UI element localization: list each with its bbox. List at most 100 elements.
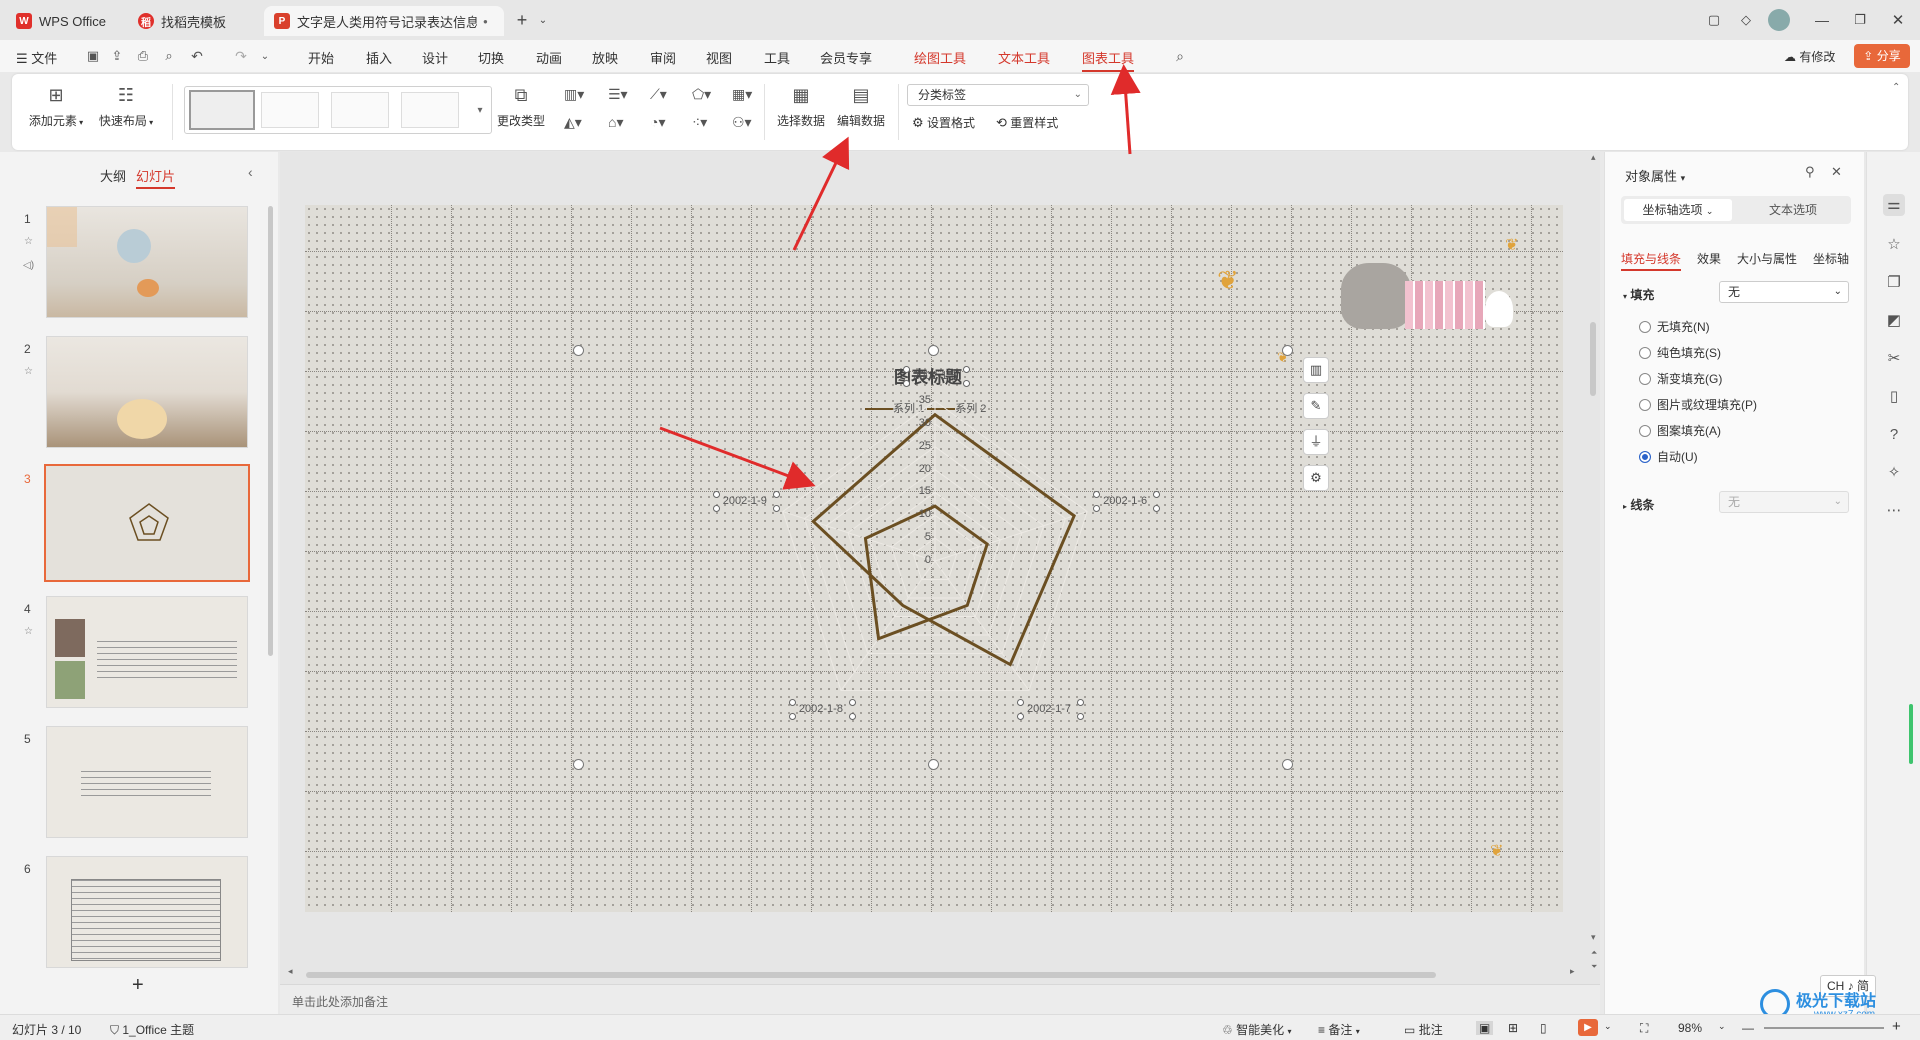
label-selection-handle[interactable]	[772, 504, 780, 512]
vertical-scrollbar[interactable]	[1590, 322, 1596, 396]
menu-file[interactable]: ☰ 文件	[16, 48, 57, 67]
radio-gradient-fill[interactable]: 渐变填充(G)	[1639, 370, 1722, 387]
notes-button[interactable]: ≡ 备注 ▾	[1318, 1021, 1360, 1038]
tools-icon[interactable]: ✂	[1883, 348, 1905, 370]
more-icon[interactable]: ⋯	[1883, 500, 1905, 522]
tab-template[interactable]: 稻 找稻壳模板	[128, 6, 258, 36]
quick-layout-button[interactable]: ☷ 快速布局 ▾	[96, 84, 156, 129]
select-data-button[interactable]: ▦ 选择数据	[774, 84, 828, 129]
label-selection-handle[interactable]	[772, 490, 780, 498]
beautify-button[interactable]: ♲ 智能美化 ▾	[1222, 1021, 1291, 1038]
slide-thumbnail-1[interactable]	[46, 206, 248, 318]
chart-filter-button[interactable]: ⏚	[1303, 429, 1329, 455]
area-chart-icon[interactable]: ◭▾	[564, 114, 582, 131]
subtab-fill-line[interactable]: 填充与线条	[1621, 250, 1682, 271]
menu-chart-tools[interactable]: 图表工具	[1082, 48, 1135, 72]
notes-area[interactable]: 单击此处添加备注	[280, 984, 1600, 1014]
scroll-right-icon[interactable]: ▸	[1570, 966, 1575, 977]
radar-category-label[interactable]: 2002-1-8	[791, 703, 851, 715]
label-selection-handle[interactable]	[963, 366, 970, 373]
normal-view-icon[interactable]: ▣	[1476, 1021, 1494, 1035]
menu-slideshow[interactable]: 放映	[592, 48, 618, 67]
pie-chart-icon[interactable]: ◔▾	[650, 114, 665, 131]
chart-style-3[interactable]	[331, 92, 389, 128]
slide-thumbnail-5[interactable]	[46, 726, 248, 838]
subtab-effects[interactable]: 效果	[1697, 250, 1721, 267]
zoom-in-icon[interactable]: +	[1892, 1018, 1901, 1035]
chart-style-1[interactable]	[189, 90, 255, 130]
tab-axis-options[interactable]: 坐标轴选项 ⌄	[1624, 199, 1732, 221]
label-selection-handle[interactable]	[1093, 490, 1101, 498]
scatter-chart-icon[interactable]: ⁖▾	[692, 114, 707, 131]
add-element-button[interactable]: ⊞ 添加元素 ▾	[26, 84, 86, 129]
chevron-down-icon[interactable]: ⌄	[536, 10, 550, 30]
radio-auto-fill[interactable]: 自动(U)	[1639, 448, 1698, 465]
edit-data-button[interactable]: ▤ 编辑数据	[834, 84, 888, 129]
combo-chart-icon[interactable]: ⚇▾	[732, 114, 752, 131]
collapse-panel-icon[interactable]: ‹	[248, 164, 253, 180]
change-type-button[interactable]: ⧉ 更改类型	[492, 84, 550, 129]
line-chart-icon[interactable]: ⟋▾	[650, 86, 667, 103]
undo-icon[interactable]: ↶	[188, 47, 206, 65]
zoom-chevron-icon[interactable]: ⌄	[1718, 1021, 1726, 1032]
slide-thumbnail-2[interactable]	[46, 336, 248, 448]
tab-wps-office[interactable]: W WPS Office	[6, 6, 122, 36]
menu-insert[interactable]: 插入	[366, 48, 392, 67]
menu-text-tools[interactable]: 文本工具	[998, 48, 1050, 67]
magic-icon[interactable]: ✧	[1883, 462, 1905, 484]
bar-chart-icon[interactable]: ☰▾	[608, 86, 628, 103]
chart-elements-button[interactable]: ▥	[1303, 357, 1329, 383]
slide-thumbnail-4[interactable]	[46, 596, 248, 708]
pin-icon[interactable]: ⚲	[1805, 164, 1815, 180]
label-selection-handle[interactable]	[903, 380, 910, 387]
radio-picture-fill[interactable]: 图片或纹理填充(P)	[1639, 396, 1757, 413]
chart-style-button[interactable]: ✎	[1303, 393, 1329, 419]
menu-animation[interactable]: 动画	[536, 48, 562, 67]
label-selection-handle[interactable]	[903, 366, 910, 373]
chart-style-2[interactable]	[261, 92, 319, 128]
radio-pattern-fill[interactable]: 图案填充(A)	[1639, 422, 1721, 439]
chart-style-gallery[interactable]: ▾	[184, 86, 492, 134]
radio-no-fill[interactable]: 无填充(N)	[1639, 318, 1710, 335]
column-chart-icon[interactable]: ▥▾	[564, 86, 584, 103]
label-selection-handle[interactable]	[1093, 504, 1101, 512]
add-slide-icon[interactable]: +	[132, 974, 144, 997]
thumbnail-scrollbar[interactable]	[268, 206, 273, 656]
menu-review[interactable]: 审阅	[650, 48, 676, 67]
minimize-icon[interactable]: —	[1812, 10, 1832, 30]
star-icon[interactable]: ☆	[1883, 234, 1905, 256]
line-section-toggle[interactable]: ▸ 线条	[1623, 496, 1654, 513]
scroll-down-icon[interactable]: ▾	[1591, 932, 1596, 943]
element-selector[interactable]: 分类标签 ⌄	[907, 84, 1089, 106]
menu-home[interactable]: 开始	[308, 48, 334, 67]
label-selection-handle[interactable]	[963, 380, 970, 387]
slide-thumbnail-6[interactable]	[46, 856, 248, 968]
chart-style-4[interactable]	[401, 92, 459, 128]
cube-icon[interactable]: ◇	[1736, 10, 1756, 30]
tab-outline[interactable]: 大纲	[100, 166, 126, 185]
menu-view[interactable]: 视图	[706, 48, 732, 67]
redo-icon[interactable]: ↷	[232, 47, 250, 65]
horizontal-scrollbar[interactable]	[306, 972, 1436, 978]
unsaved-dot-icon[interactable]: ●	[483, 17, 488, 26]
slide[interactable]: ❦ ❦ ❦ ❦ 图表标题 系列 1 系列 2 0 5 10 15 20 25 30 35 20…	[305, 205, 1563, 912]
radar-category-label[interactable]: 2002-1-9	[715, 495, 775, 507]
restore-icon[interactable]: ❐	[1850, 10, 1870, 30]
prev-slide-icon[interactable]: ⏶	[1591, 948, 1597, 958]
menu-member[interactable]: 会员专享	[820, 48, 872, 67]
tab-text-options[interactable]: 文本选项	[1739, 199, 1847, 221]
label-selection-handle[interactable]	[1153, 490, 1161, 498]
avatar[interactable]	[1768, 9, 1790, 31]
zoom-level[interactable]: 98%	[1678, 1021, 1702, 1035]
subtab-size-props[interactable]: 大小与属性	[1737, 250, 1797, 267]
radar-category-label[interactable]: 2002-1-5	[905, 370, 965, 382]
print-icon[interactable]: ⎙	[134, 47, 152, 65]
properties-icon[interactable]: ⚌	[1883, 194, 1905, 216]
fit-window-icon[interactable]: ⛶	[1640, 1021, 1648, 1036]
label-selection-handle[interactable]	[712, 490, 720, 498]
slide-thumbnail-3[interactable]	[44, 464, 250, 582]
radar-category-label[interactable]: 2002-1-6	[1095, 495, 1155, 507]
share-button[interactable]: ⇪ 分享	[1854, 44, 1910, 68]
label-selection-handle[interactable]	[712, 504, 720, 512]
next-slide-icon[interactable]: ⏷	[1591, 962, 1597, 972]
